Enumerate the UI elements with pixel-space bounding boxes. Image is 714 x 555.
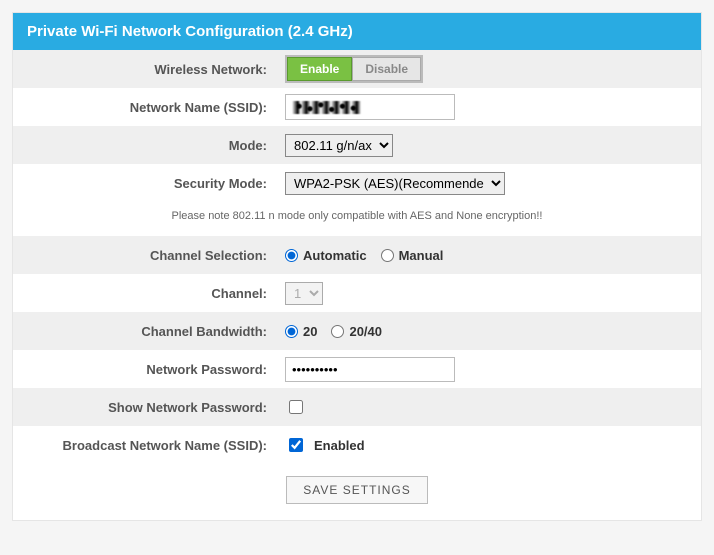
row-bandwidth: Channel Bandwidth: 20 20/40 [13, 312, 701, 350]
row-ssid: Network Name (SSID): [13, 88, 701, 126]
row-channel: Channel: 1 [13, 274, 701, 312]
radio-manual-input[interactable] [381, 249, 394, 262]
label-broadcast: Broadcast Network Name (SSID): [13, 438, 285, 453]
row-show-password: Show Network Password: [13, 388, 701, 426]
row-wireless-network: Wireless Network: Enable Disable [13, 50, 701, 88]
radio-automatic-input[interactable] [285, 249, 298, 262]
wifi-config-panel: Private Wi-Fi Network Configuration (2.4… [12, 12, 702, 521]
label-ssid: Network Name (SSID): [13, 100, 285, 115]
label-channel: Channel: [13, 286, 285, 301]
row-security: Security Mode: WPA2-PSK (AES)(Recommende… [13, 164, 701, 202]
save-row: SAVE SETTINGS [13, 464, 701, 520]
wireless-toggle: Enable Disable [285, 55, 423, 83]
broadcast-checkbox[interactable] [289, 438, 303, 452]
label-password: Network Password: [13, 362, 285, 377]
ssid-input[interactable] [285, 94, 455, 120]
label-bandwidth: Channel Bandwidth: [13, 324, 285, 339]
row-mode: Mode: 802.11 g/n/ax [13, 126, 701, 164]
enable-button[interactable]: Enable [287, 57, 352, 81]
mode-select[interactable]: 802.11 g/n/ax [285, 134, 393, 157]
disable-button[interactable]: Disable [352, 57, 421, 81]
label-channel-sel: Channel Selection: [13, 248, 285, 263]
channel-select: 1 [285, 282, 323, 305]
radio-automatic[interactable]: Automatic [285, 248, 367, 263]
broadcast-enabled-label: Enabled [314, 438, 365, 453]
radio-bw-2040[interactable]: 20/40 [331, 324, 382, 339]
radio-bw-20[interactable]: 20 [285, 324, 317, 339]
label-mode: Mode: [13, 138, 285, 153]
row-broadcast: Broadcast Network Name (SSID): Enabled [13, 426, 701, 464]
radio-manual[interactable]: Manual [381, 248, 444, 263]
save-settings-button[interactable]: SAVE SETTINGS [286, 476, 427, 504]
ssid-redacted-icon [292, 101, 364, 114]
security-select[interactable]: WPA2-PSK (AES)(Recommended) [285, 172, 505, 195]
panel-header: Private Wi-Fi Network Configuration (2.4… [13, 13, 701, 50]
radio-bw-20-input[interactable] [285, 325, 298, 338]
label-show-pw: Show Network Password: [13, 400, 285, 415]
compatibility-note: Please note 802.11 n mode only compatibl… [13, 202, 701, 236]
label-wireless: Wireless Network: [13, 62, 285, 77]
password-input[interactable] [285, 357, 455, 382]
row-password: Network Password: [13, 350, 701, 388]
label-security: Security Mode: [13, 176, 285, 191]
row-channel-selection: Channel Selection: Automatic Manual [13, 236, 701, 274]
show-password-checkbox[interactable] [289, 400, 303, 414]
radio-bw-2040-input[interactable] [331, 325, 344, 338]
